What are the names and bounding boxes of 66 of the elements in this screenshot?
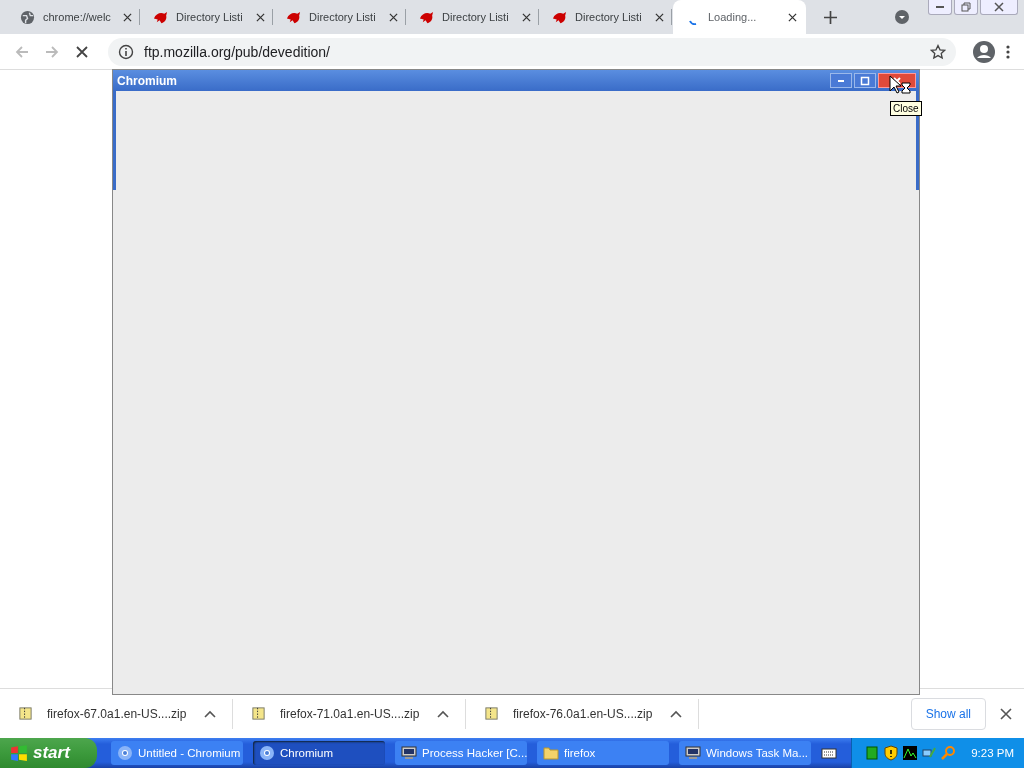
zip-file-icon <box>18 706 33 721</box>
chromium-icon <box>117 745 133 761</box>
minimize-button[interactable] <box>830 73 852 88</box>
caret-icon[interactable] <box>670 709 682 718</box>
close-button[interactable] <box>980 0 1018 15</box>
clock: 9:23 PM <box>971 747 1014 759</box>
close-icon[interactable] <box>788 12 797 22</box>
taskbar-button[interactable]: Process Hacker [C... <box>395 741 527 765</box>
dragon-icon <box>552 9 567 25</box>
close-icon[interactable] <box>123 12 132 22</box>
maximize-button[interactable] <box>854 73 876 88</box>
taskbar-button[interactable]: firefox <box>537 741 669 765</box>
close-icon[interactable] <box>1000 707 1012 720</box>
close-icon <box>994 2 1004 12</box>
star-icon[interactable] <box>930 43 946 60</box>
browser-tab[interactable]: chrome://welc <box>8 0 141 34</box>
minimize-icon <box>935 6 945 8</box>
url-text: ftp.mozilla.org/pub/devedition/ <box>144 43 330 60</box>
browser-tab[interactable]: Directory Listi <box>141 0 274 34</box>
close-icon[interactable] <box>655 12 664 22</box>
menu-icon[interactable] <box>1006 43 1010 60</box>
restore-button[interactable] <box>954 0 978 15</box>
download-item[interactable]: firefox-67.0a1.en-US....zip <box>0 698 233 729</box>
tab-search-icon[interactable] <box>894 9 910 25</box>
browser-tab[interactable]: Directory Listi <box>274 0 407 34</box>
close-icon[interactable] <box>389 12 398 22</box>
browser-tab[interactable]: Directory Listi <box>540 0 673 34</box>
windows-logo-icon <box>10 744 28 762</box>
activity-graph-icon[interactable] <box>902 745 919 761</box>
download-item[interactable]: firefox-76.0a1.en-US....zip <box>466 698 699 729</box>
dragon-icon <box>153 9 168 25</box>
zip-file-icon <box>251 706 266 721</box>
dragon-icon <box>419 9 434 25</box>
browser-tab[interactable]: Loading... <box>673 0 806 34</box>
close-icon[interactable] <box>522 12 531 22</box>
monitor-icon <box>685 745 701 761</box>
globe-icon <box>20 9 35 25</box>
browser-tab[interactable]: Directory Listi <box>407 0 540 34</box>
monitor-icon <box>401 745 417 761</box>
folder-icon <box>543 745 559 761</box>
tooltip: Close <box>890 101 922 116</box>
zip-file-icon <box>484 706 499 721</box>
dragon-icon <box>286 9 301 25</box>
taskbar-button[interactable]: Windows Task Ma... <box>679 741 811 765</box>
stop-icon[interactable] <box>74 43 90 60</box>
start-button[interactable]: start <box>0 738 97 768</box>
taskbar-button[interactable]: Chromium <box>253 741 385 765</box>
spinner-icon <box>688 19 697 25</box>
shield-icon[interactable] <box>883 745 900 761</box>
taskbar-button[interactable]: Untitled - Chromium <box>111 741 243 765</box>
download-item[interactable]: firefox-71.0a1.en-US....zip <box>233 698 466 729</box>
show-all-button[interactable]: Show all <box>910 697 986 730</box>
address-bar[interactable]: ftp.mozilla.org/pub/devedition/ <box>108 37 956 66</box>
info-icon[interactable] <box>118 43 134 60</box>
caret-icon[interactable] <box>204 709 216 718</box>
new-tab-icon[interactable] <box>824 10 837 24</box>
maximize-icon <box>860 75 870 86</box>
caret-icon[interactable] <box>437 709 449 718</box>
chromium-icon <box>259 745 275 761</box>
minimize-button[interactable] <box>928 0 952 15</box>
restore-icon <box>961 2 971 12</box>
minimize-icon <box>838 79 844 82</box>
dialog-title: Chromium <box>117 73 177 88</box>
keyboard-icon[interactable] <box>821 745 838 761</box>
profile-icon[interactable] <box>972 39 996 64</box>
close-icon[interactable] <box>256 12 265 22</box>
